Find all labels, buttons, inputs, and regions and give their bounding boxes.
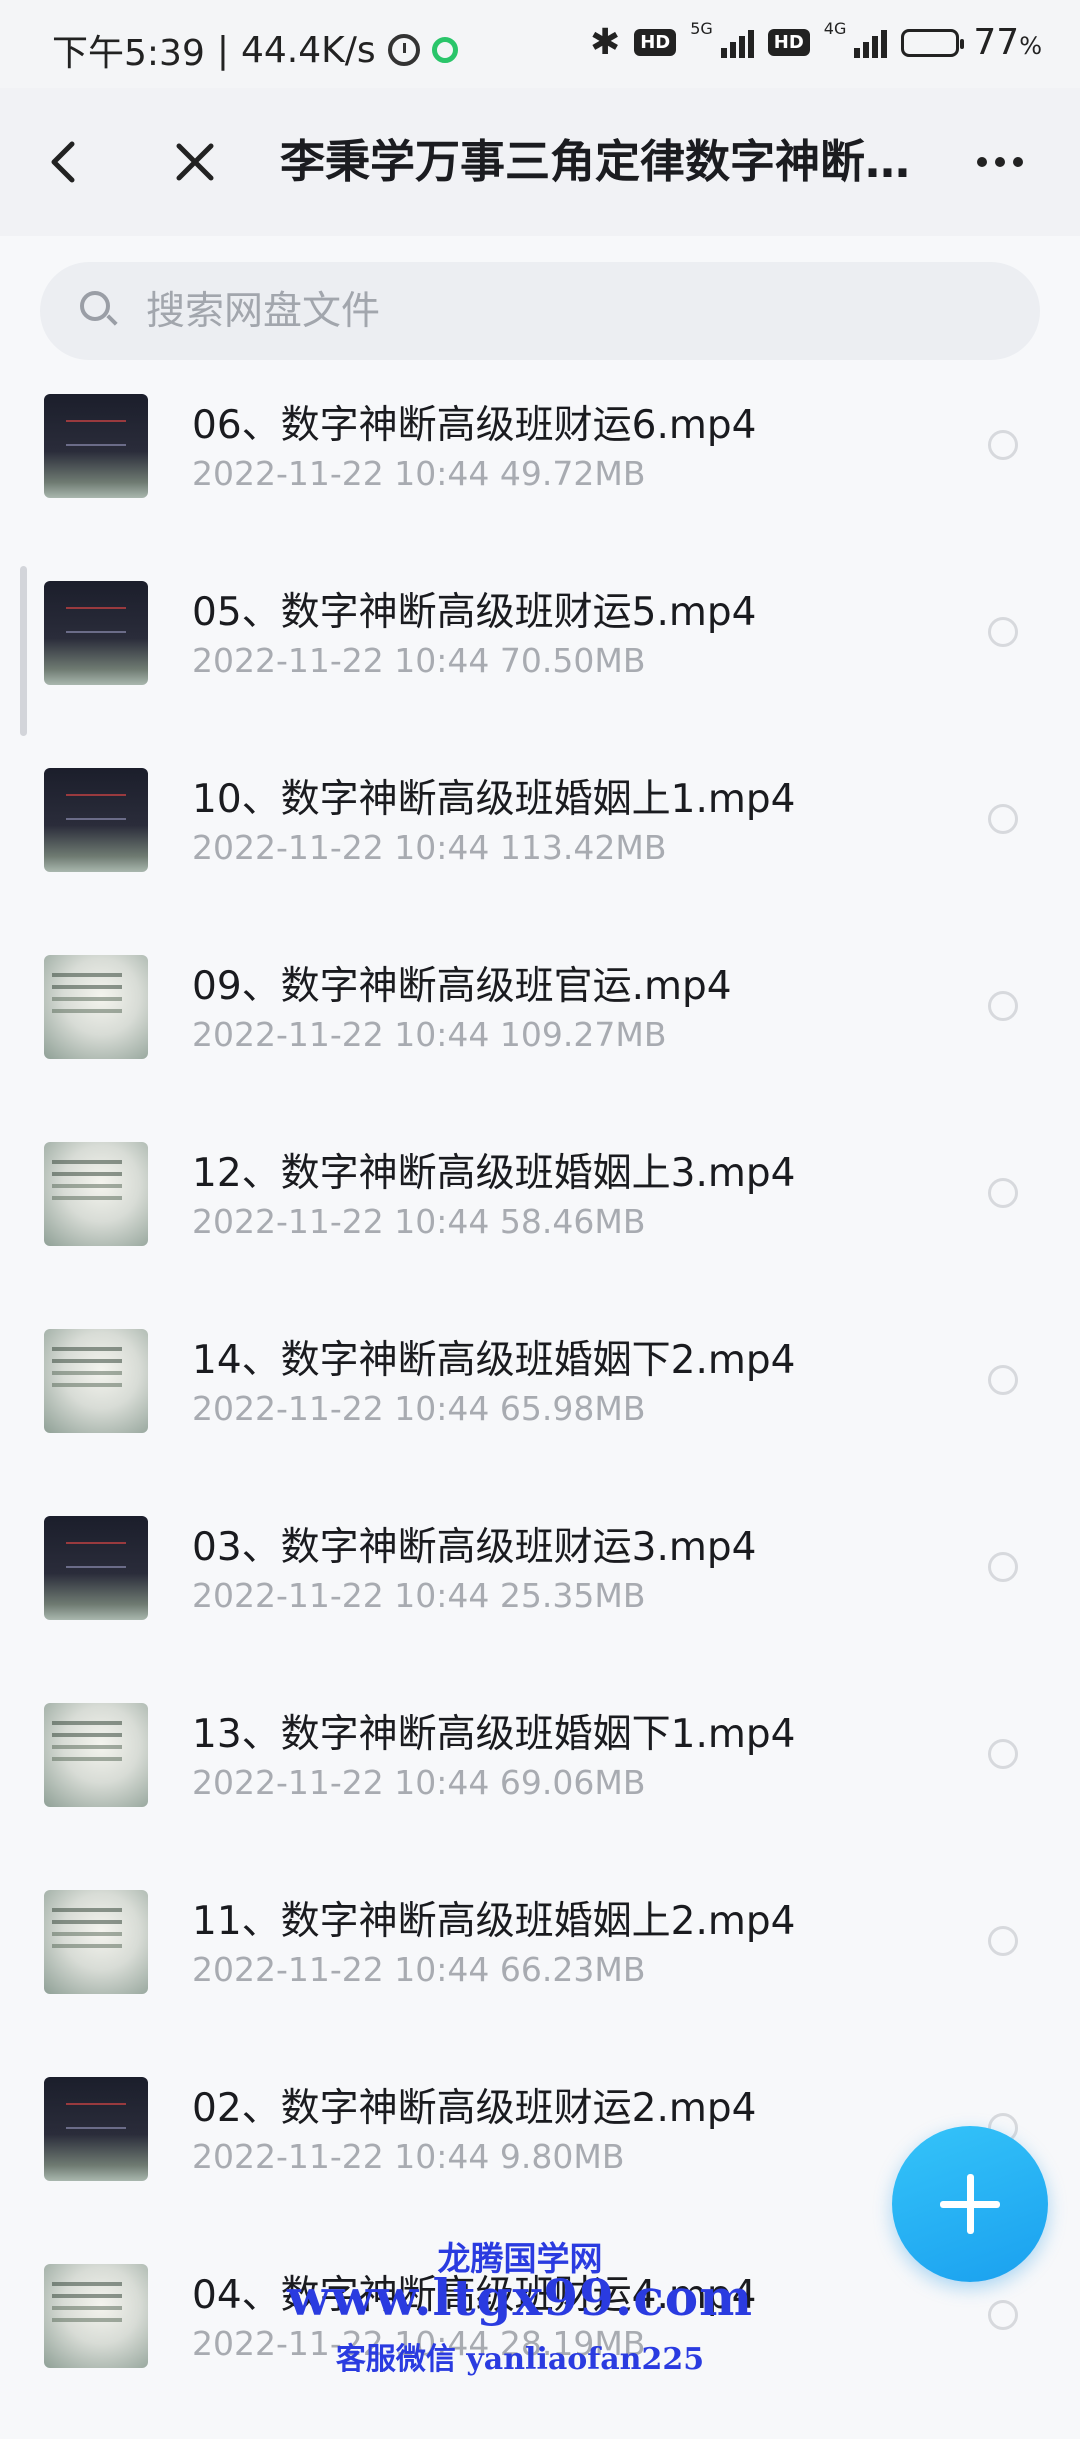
alarm-icon bbox=[387, 34, 420, 66]
video-thumbnail bbox=[44, 955, 148, 1059]
bluetooth-icon: ✱ bbox=[590, 22, 621, 63]
video-thumbnail bbox=[44, 1516, 148, 1620]
file-meta: 2022-11-22 10:44 65.98MB bbox=[192, 1389, 646, 1428]
file-row-11[interactable]: 11、数字神断高级班婚姻上2.mp4 2022-11-22 10:44 66.2… bbox=[0, 1878, 1080, 2065]
back-button[interactable] bbox=[28, 88, 98, 236]
file-list: 06、数字神断高级班财运6.mp4 2022-11-22 10:44 49.72… bbox=[0, 382, 1080, 2439]
file-meta: 2022-11-22 10:44 109.27MB bbox=[192, 1015, 667, 1054]
file-name: 13、数字神断高级班婚姻下1.mp4 bbox=[192, 1712, 796, 1757]
hd-badge-1: HD bbox=[634, 29, 677, 56]
plus-icon bbox=[940, 2174, 1000, 2234]
select-radio[interactable] bbox=[988, 1739, 1018, 1769]
file-row-12[interactable]: 12、数字神断高级班婚姻上3.mp4 2022-11-22 10:44 58.4… bbox=[0, 1130, 1080, 1317]
file-meta: 2022-11-22 10:44 66.23MB bbox=[192, 1950, 646, 1989]
status-divider: | bbox=[216, 29, 229, 71]
network-5g-label: 5G bbox=[690, 19, 713, 38]
select-radio[interactable] bbox=[988, 1365, 1018, 1395]
more-button[interactable] bbox=[960, 88, 1040, 236]
hd-badge-2: HD bbox=[767, 29, 810, 56]
select-radio[interactable] bbox=[988, 430, 1018, 460]
file-name: 03、数字神断高级班财运3.mp4 bbox=[192, 1525, 757, 1570]
file-row-03[interactable]: 03、数字神断高级班财运3.mp4 2022-11-22 10:44 25.35… bbox=[0, 1504, 1080, 1691]
video-thumbnail bbox=[44, 394, 148, 498]
close-icon bbox=[176, 143, 214, 181]
file-meta: 2022-11-22 10:44 25.35MB bbox=[192, 1576, 646, 1615]
file-meta: 2022-11-22 10:44 49.72MB bbox=[192, 454, 646, 493]
search-input[interactable] bbox=[144, 287, 988, 335]
search-bar[interactable] bbox=[40, 262, 1040, 360]
back-icon bbox=[51, 141, 75, 183]
signal-icon-1 bbox=[720, 28, 754, 58]
video-thumbnail bbox=[44, 1703, 148, 1807]
file-name: 12、数字神断高级班婚姻上3.mp4 bbox=[192, 1151, 796, 1196]
file-row-13[interactable]: 13、数字神断高级班婚姻下1.mp4 2022-11-22 10:44 69.0… bbox=[0, 1691, 1080, 1878]
video-thumbnail bbox=[44, 581, 148, 685]
video-thumbnail bbox=[44, 1142, 148, 1246]
file-meta: 2022-11-22 10:44 69.06MB bbox=[192, 1763, 646, 1802]
search-icon bbox=[80, 291, 120, 331]
file-name: 06、数字神断高级班财运6.mp4 bbox=[192, 403, 757, 448]
file-name: 11、数字神断高级班婚姻上2.mp4 bbox=[192, 1899, 796, 1944]
file-name: 09、数字神断高级班官运.mp4 bbox=[192, 964, 732, 1009]
signal-icon-2 bbox=[854, 28, 888, 58]
select-radio[interactable] bbox=[988, 1552, 1018, 1582]
select-radio[interactable] bbox=[988, 804, 1018, 834]
select-radio[interactable] bbox=[988, 617, 1018, 647]
select-radio[interactable] bbox=[988, 1178, 1018, 1208]
file-name: 02、数字神断高级班财运2.mp4 bbox=[192, 2086, 757, 2131]
watermark-contact: 客服微信 yanliaofan225 bbox=[335, 2342, 705, 2377]
watermark-url: www.ltgx99.com bbox=[286, 2268, 754, 2327]
file-row-14[interactable]: 14、数字神断高级班婚姻下2.mp4 2022-11-22 10:44 65.9… bbox=[0, 1317, 1080, 1504]
page-title: 李秉学万事三角定律数字神断… bbox=[280, 135, 911, 188]
battery-percent: 77% bbox=[973, 22, 1042, 63]
file-name: 14、数字神断高级班婚姻下2.mp4 bbox=[192, 1338, 796, 1383]
file-row-10[interactable]: 10、数字神断高级班婚姻上1.mp4 2022-11-22 10:44 113.… bbox=[0, 756, 1080, 943]
file-meta: 2022-11-22 10:44 113.42MB bbox=[192, 828, 667, 867]
file-name: 05、数字神断高级班财运5.mp4 bbox=[192, 590, 757, 635]
file-name: 10、数字神断高级班婚姻上1.mp4 bbox=[192, 777, 796, 822]
file-row-06[interactable]: 06、数字神断高级班财运6.mp4 2022-11-22 10:44 49.72… bbox=[0, 382, 1080, 569]
video-thumbnail bbox=[44, 2077, 148, 2181]
select-radio[interactable] bbox=[988, 1926, 1018, 1956]
close-button[interactable] bbox=[160, 88, 230, 236]
file-meta: 2022-11-22 10:44 70.50MB bbox=[192, 641, 646, 680]
select-radio[interactable] bbox=[988, 991, 1018, 1021]
file-meta: 2022-11-22 10:44 9.80MB bbox=[192, 2137, 625, 2176]
file-row-05[interactable]: 05、数字神断高级班财运5.mp4 2022-11-22 10:44 70.50… bbox=[0, 569, 1080, 756]
file-meta: 2022-11-22 10:44 58.46MB bbox=[192, 1202, 646, 1241]
video-thumbnail bbox=[44, 1890, 148, 1994]
video-thumbnail bbox=[44, 1329, 148, 1433]
battery-icon bbox=[901, 28, 965, 57]
status-bar: 下午5:39 | 44.4K/s ✱ HD 5G HD 4G 77% bbox=[0, 0, 1080, 88]
network-4g-label: 4G bbox=[823, 19, 847, 38]
file-row-09[interactable]: 09、数字神断高级班官运.mp4 2022-11-22 10:44 109.27… bbox=[0, 943, 1080, 1130]
video-thumbnail bbox=[44, 768, 148, 872]
status-net-speed: 44.4K/s bbox=[240, 29, 376, 71]
more-icon bbox=[977, 157, 1023, 167]
sync-status-icon bbox=[431, 37, 458, 63]
status-time: 下午5:39 bbox=[52, 33, 205, 74]
top-bar: 李秉学万事三角定律数字神断… bbox=[0, 88, 1080, 236]
